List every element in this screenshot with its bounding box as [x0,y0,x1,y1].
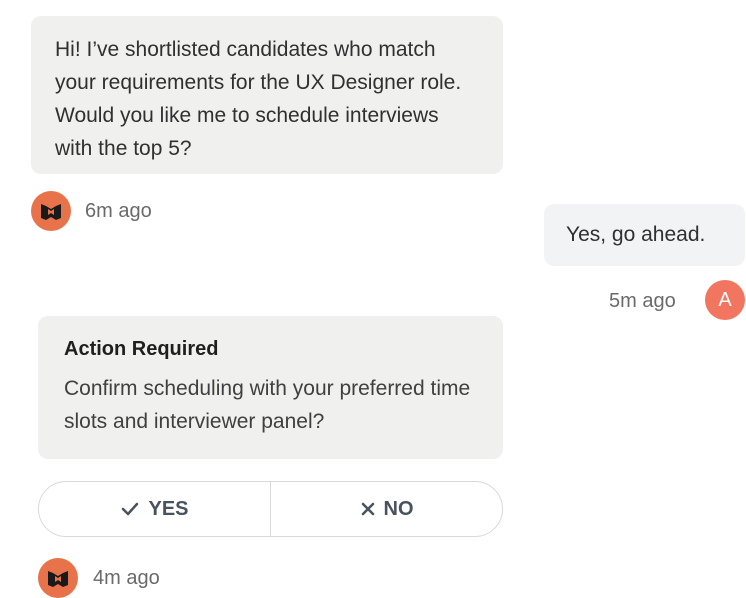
user-avatar: A [705,280,745,320]
user-message-text: Yes, go ahead. [566,223,706,246]
no-button[interactable]: NO [270,482,502,536]
message-timestamp: 4m ago [93,567,160,589]
assistant-message-text: Hi! I’ve shortlisted candidates who matc… [55,38,462,160]
bot-avatar [38,558,78,598]
close-icon [361,502,374,516]
no-button-label: NO [383,497,414,520]
action-required-card: Action Required Confirm scheduling with … [38,316,503,459]
action-text: Confirm scheduling with your preferred t… [64,377,471,433]
message-timestamp: 6m ago [85,200,152,222]
yes-button-label: YES [148,497,189,520]
assistant-message-bubble: Hi! I’ve shortlisted candidates who matc… [31,16,503,174]
confirm-button-group: YES NO [38,481,503,537]
action-title: Action Required [64,338,219,360]
check-icon [122,502,139,516]
bot-logo-icon [41,204,61,220]
yes-button[interactable]: YES [39,482,270,536]
user-message-bubble: Yes, go ahead. [544,204,745,266]
bot-avatar [31,191,71,231]
bot-logo-icon [48,571,68,587]
user-avatar-initial: A [718,288,732,311]
message-timestamp: 5m ago [609,290,676,312]
